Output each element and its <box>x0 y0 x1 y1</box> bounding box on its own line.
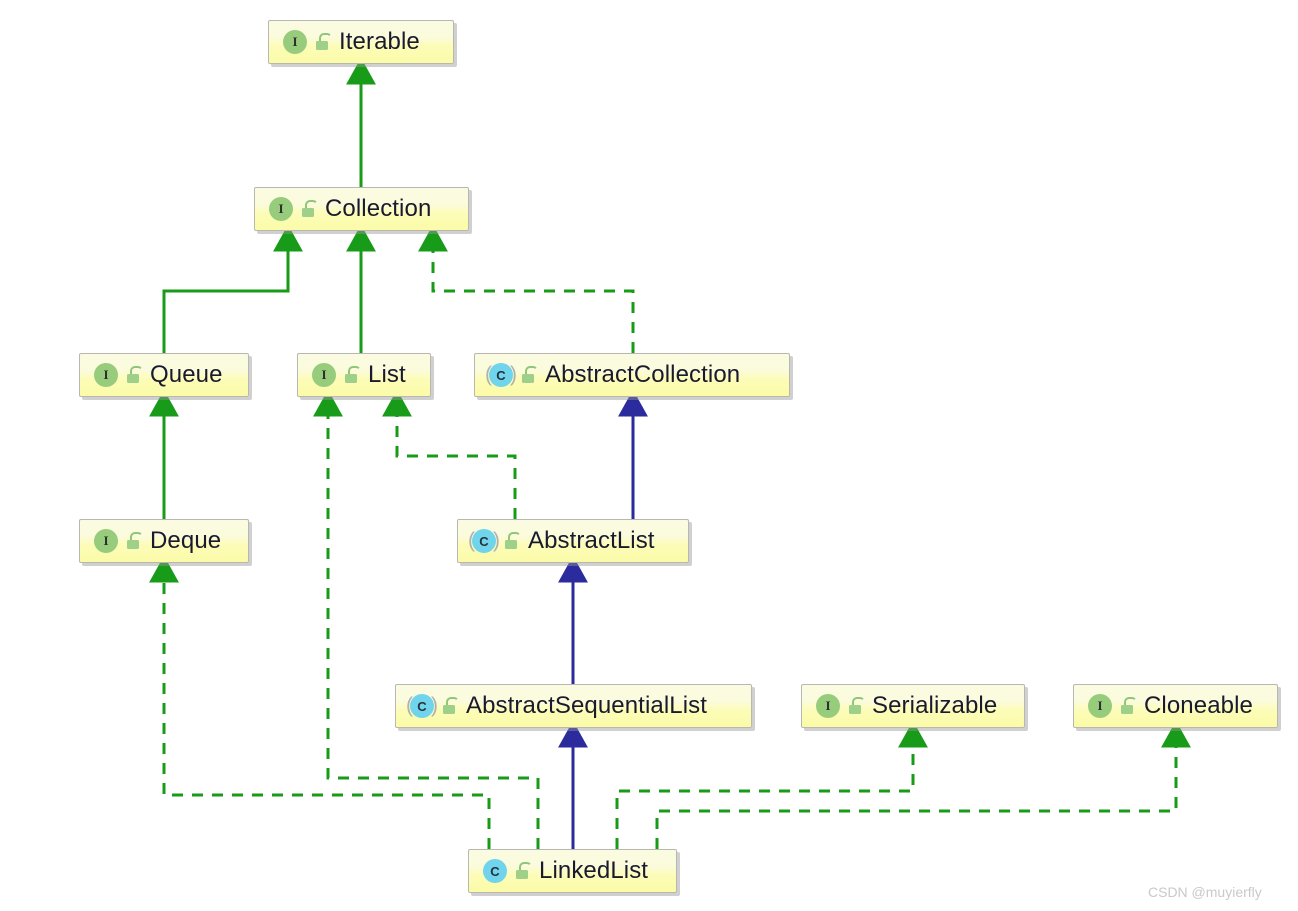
node-label: Serializable <box>872 692 998 719</box>
edge-queue-to-collection <box>162 224 303 353</box>
node-abstractcollection[interactable]: C AbstractCollection <box>474 353 790 397</box>
unlocked-padlock-icon <box>1120 697 1137 715</box>
uml-diagram-canvas: I Iterable I Collection I Queue I List C… <box>0 0 1298 911</box>
abstract-class-badge-icon: C <box>407 693 437 719</box>
unlocked-padlock-icon <box>315 33 332 51</box>
node-label: AbstractSequentialList <box>466 692 708 719</box>
node-abstractsequentiallist[interactable]: C AbstractSequentialList <box>395 684 752 728</box>
unlocked-padlock-icon <box>515 862 532 880</box>
node-list[interactable]: I List <box>297 353 431 397</box>
unlocked-padlock-icon <box>442 697 459 715</box>
interface-badge-icon: I <box>813 693 843 719</box>
interface-badge-icon: I <box>280 29 310 55</box>
unlocked-padlock-icon <box>521 366 538 384</box>
edge-linkedlist-to-list <box>313 389 540 849</box>
edge-abstractlist-to-list <box>382 389 517 519</box>
watermark-text: CSDN @muyierfly <box>1148 884 1262 900</box>
node-label: Queue <box>150 361 223 388</box>
node-queue[interactable]: I Queue <box>79 353 249 397</box>
node-label: AbstractCollection <box>545 361 741 388</box>
unlocked-padlock-icon <box>504 532 521 550</box>
class-badge-icon: C <box>480 858 510 884</box>
unlocked-padlock-icon <box>344 366 361 384</box>
unlocked-padlock-icon <box>126 532 143 550</box>
node-linkedlist[interactable]: C LinkedList <box>468 849 677 893</box>
interface-badge-icon: I <box>309 362 339 388</box>
edge-abstractcollection-to-collection <box>418 224 635 353</box>
node-label: List <box>368 361 406 388</box>
abstract-class-badge-icon: C <box>469 528 499 554</box>
edge-linkedlist-to-serializable <box>615 720 928 849</box>
node-label: Deque <box>150 527 222 554</box>
node-deque[interactable]: I Deque <box>79 519 249 563</box>
node-label: Iterable <box>339 28 420 55</box>
interface-badge-icon: I <box>91 362 121 388</box>
node-abstractlist[interactable]: C AbstractList <box>457 519 689 563</box>
node-label: Collection <box>325 195 432 222</box>
node-serializable[interactable]: I Serializable <box>801 684 1025 728</box>
interface-badge-icon: I <box>91 528 121 554</box>
edge-layer <box>149 57 1191 849</box>
node-cloneable[interactable]: I Cloneable <box>1073 684 1278 728</box>
interface-badge-icon: I <box>1085 693 1115 719</box>
interface-badge-icon: I <box>266 196 296 222</box>
edge-linkedlist-to-cloneable <box>655 720 1191 849</box>
node-iterable[interactable]: I Iterable <box>268 20 454 64</box>
node-label: AbstractList <box>528 527 655 554</box>
unlocked-padlock-icon <box>848 697 865 715</box>
abstract-class-badge-icon: C <box>486 362 516 388</box>
node-label: LinkedList <box>539 857 649 884</box>
unlocked-padlock-icon <box>126 366 143 384</box>
unlocked-padlock-icon <box>301 200 318 218</box>
node-collection[interactable]: I Collection <box>254 187 469 231</box>
node-label: Cloneable <box>1144 692 1253 719</box>
